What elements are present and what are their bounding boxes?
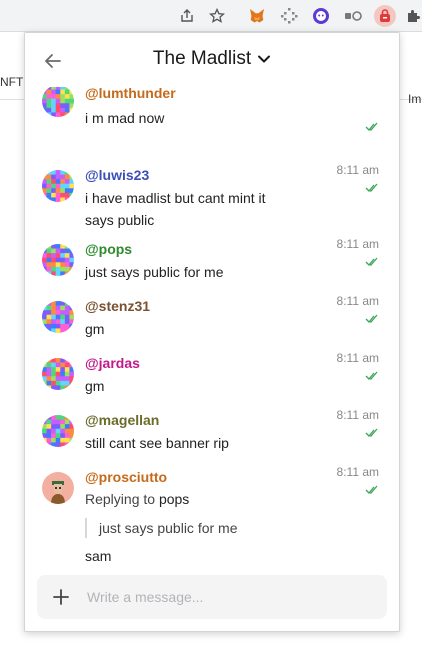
avatar xyxy=(42,358,74,390)
avatar xyxy=(42,301,74,333)
madlist-popup: The Madlist @lumthunder i m mad now @luw… xyxy=(24,32,400,632)
avatar-prosciutto xyxy=(42,472,74,504)
message-username[interactable]: @luwis23 xyxy=(85,167,149,183)
share-icon[interactable] xyxy=(176,5,198,27)
read-checkmarks-icon xyxy=(365,314,378,323)
reply-indicator: Replying to pops xyxy=(85,491,189,507)
avatar xyxy=(42,244,74,276)
puzzle-icon[interactable] xyxy=(403,5,422,27)
avatar xyxy=(42,87,74,117)
message-timestamp: 8:11 am xyxy=(336,294,379,308)
background-right-text: Im xyxy=(408,92,422,106)
toggle-icon[interactable] xyxy=(342,5,364,27)
message-text-line: sam xyxy=(85,548,112,564)
message-text: still cant see banner rip xyxy=(85,435,229,451)
read-checkmarks-icon xyxy=(365,183,378,192)
message-timestamp: 8:11 am xyxy=(336,465,379,479)
background-divider xyxy=(0,99,24,100)
message-username[interactable]: @pops xyxy=(85,241,132,257)
browser-toolbar xyxy=(0,0,422,32)
chevron-down-icon xyxy=(257,52,271,66)
message-input[interactable] xyxy=(87,587,367,607)
reply-target[interactable]: pops xyxy=(159,491,189,507)
message-timestamp: 8:11 am xyxy=(336,408,379,422)
message-timestamp: 8:11 am xyxy=(336,351,379,365)
avatar xyxy=(42,170,74,202)
message-timestamp: 8:11 am xyxy=(336,163,379,177)
metamask-fox-icon[interactable] xyxy=(246,5,268,27)
dots-grid-icon[interactable] xyxy=(278,5,300,27)
quoted-message[interactable]: just says public for me xyxy=(85,518,238,538)
message-username[interactable]: @jardas xyxy=(85,355,140,371)
message-username[interactable]: @stenz31 xyxy=(85,298,150,314)
star-icon[interactable] xyxy=(206,5,228,27)
message-text: just says public for me xyxy=(85,264,224,280)
read-checkmarks-icon xyxy=(365,371,378,380)
message-username[interactable]: @lumthunder xyxy=(85,87,176,101)
plus-icon xyxy=(53,589,69,605)
face-extension-icon[interactable] xyxy=(310,5,332,27)
message-composer xyxy=(37,575,387,619)
message-timestamp: 8:11 am xyxy=(336,237,379,251)
message-text: i m mad now xyxy=(85,110,165,126)
popup-header: The Madlist xyxy=(25,33,399,87)
madlist-extension-icon[interactable] xyxy=(374,5,396,27)
read-checkmarks-icon xyxy=(365,122,378,131)
message-text: i have madlist but cant mint it says pub… xyxy=(85,190,266,228)
reply-prefix: Replying to xyxy=(85,491,156,507)
message-text: gm xyxy=(85,378,105,394)
message-username[interactable]: @magellan xyxy=(85,412,159,428)
attach-button[interactable] xyxy=(51,587,71,607)
message-username[interactable]: @prosciutto xyxy=(85,469,167,485)
read-checkmarks-icon xyxy=(365,257,378,266)
avatar xyxy=(42,415,74,447)
message-list[interactable]: @lumthunder i m mad now @luwis23 8:11 am… xyxy=(25,87,399,567)
read-checkmarks-icon xyxy=(365,485,378,494)
page-title: The Madlist xyxy=(152,48,252,69)
read-checkmarks-icon xyxy=(365,428,378,437)
channel-selector[interactable]: The Madlist xyxy=(25,48,399,70)
message-text: gm xyxy=(85,321,105,337)
